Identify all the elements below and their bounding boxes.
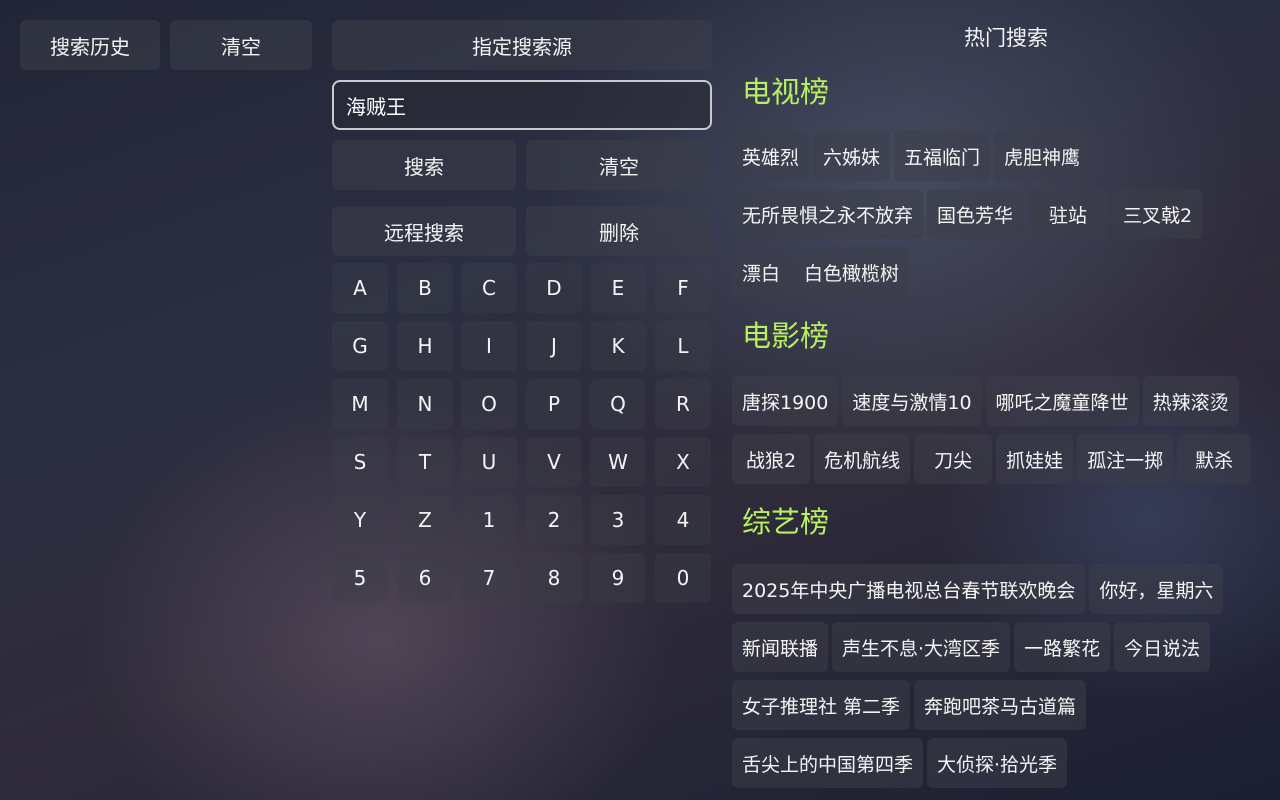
input-clear-label: 清空 — [599, 154, 639, 179]
movie-row-2: 战狼2 危机航线 刀尖 抓娃娃 孤注一掷 默杀 — [732, 434, 1252, 484]
hot-tag[interactable]: 速度与激情10 — [842, 376, 982, 426]
tv-row-2: 无所畏惧之永不放弃 国色芳华 驻站 三叉戟2 — [732, 189, 1203, 239]
keyboard-key[interactable]: 0 — [655, 553, 711, 603]
delete-button[interactable]: 删除 — [526, 206, 712, 256]
keyboard-key[interactable]: W — [590, 437, 646, 487]
hot-tag[interactable]: 唐探1900 — [732, 376, 839, 426]
tv-row-3: 漂白 白色橄榄树 — [732, 247, 910, 297]
keyboard-key[interactable]: M — [332, 379, 388, 429]
hot-tag[interactable]: 刀尖 — [914, 434, 993, 484]
search-box[interactable] — [332, 80, 712, 130]
keyboard-key[interactable]: N — [397, 379, 453, 429]
keyboard-key[interactable]: F — [655, 263, 711, 313]
keyboard-key[interactable]: L — [655, 321, 711, 371]
search-input[interactable] — [344, 92, 700, 118]
hot-tag[interactable]: 舌尖上的中国第四季 — [732, 738, 924, 788]
keyboard-key[interactable]: A — [332, 263, 388, 313]
hot-tag[interactable]: 你好，星期六 — [1089, 564, 1224, 614]
keyboard-key[interactable]: B — [397, 263, 453, 313]
variety-row-3: 女子推理社 第二季 奔跑吧茶马古道篇 — [732, 680, 1087, 730]
history-clear-button[interactable]: 清空 — [170, 20, 312, 70]
category-heading-movie: 电影榜 — [742, 319, 830, 353]
search-history-label: 搜索历史 — [50, 34, 130, 59]
keyboard-key[interactable]: S — [332, 437, 388, 487]
keyboard-key[interactable]: O — [461, 379, 517, 429]
keyboard-key[interactable]: 8 — [526, 553, 582, 603]
category-heading-variety: 综艺榜 — [742, 505, 830, 539]
category-heading-tv: 电视榜 — [742, 75, 830, 109]
hot-tag[interactable]: 英雄烈 — [732, 131, 810, 181]
hot-tag[interactable]: 抓娃娃 — [996, 434, 1074, 484]
keyboard-key[interactable]: 7 — [461, 553, 517, 603]
hot-tag[interactable]: 无所畏惧之永不放弃 — [732, 189, 924, 239]
keyboard-key[interactable]: V — [526, 437, 582, 487]
hot-tag[interactable]: 漂白 — [732, 247, 791, 297]
hot-tag[interactable]: 驻站 — [1027, 189, 1110, 239]
hot-search-title: 热门搜索 — [964, 26, 1048, 50]
specify-source-button[interactable]: 指定搜索源 — [332, 20, 712, 70]
keyboard-key[interactable]: Y — [332, 495, 388, 545]
keyboard-key[interactable]: Q — [590, 379, 646, 429]
hot-tag[interactable]: 虎胆神鹰 — [994, 131, 1091, 181]
hot-tag[interactable]: 默杀 — [1177, 434, 1252, 484]
hot-tag[interactable]: 三叉戟2 — [1113, 189, 1203, 239]
keyboard-key[interactable]: C — [461, 263, 517, 313]
tv-row-1: 英雄烈 六姊妹 五福临门 虎胆神鹰 — [732, 131, 1091, 181]
keyboard-key[interactable]: R — [655, 379, 711, 429]
keyboard-key[interactable]: G — [332, 321, 388, 371]
keyboard-key[interactable]: J — [526, 321, 582, 371]
keyboard-key[interactable]: E — [590, 263, 646, 313]
keyboard-key[interactable]: U — [461, 437, 517, 487]
hot-tag[interactable]: 大侦探·拾光季 — [927, 738, 1068, 788]
hot-tag[interactable]: 危机航线 — [814, 434, 911, 484]
history-clear-label: 清空 — [221, 34, 261, 59]
remote-search-label: 远程搜索 — [384, 220, 464, 245]
keyboard-key[interactable]: P — [526, 379, 582, 429]
keyboard-key[interactable]: T — [397, 437, 453, 487]
keyboard-key[interactable]: X — [655, 437, 711, 487]
keyboard-key[interactable]: 1 — [461, 495, 517, 545]
hot-tag[interactable]: 声生不息·大湾区季 — [832, 622, 1011, 672]
hot-tag[interactable]: 白色橄榄树 — [794, 247, 910, 297]
hot-tag[interactable]: 热辣滚烫 — [1142, 376, 1239, 426]
hot-tag[interactable]: 女子推理社 第二季 — [732, 680, 911, 730]
hot-tag[interactable]: 孤注一掷 — [1077, 434, 1174, 484]
keyboard-key[interactable]: 6 — [397, 553, 453, 603]
variety-row-2: 新闻联播 声生不息·大湾区季 一路繁花 今日说法 — [732, 622, 1211, 672]
keyboard-key[interactable]: 5 — [332, 553, 388, 603]
hot-tag[interactable]: 战狼2 — [732, 434, 811, 484]
delete-label: 删除 — [599, 220, 639, 245]
keyboard-key[interactable]: H — [397, 321, 453, 371]
hot-tag[interactable]: 国色芳华 — [927, 189, 1024, 239]
search-history-button[interactable]: 搜索历史 — [20, 20, 160, 70]
variety-row-4: 舌尖上的中国第四季 大侦探·拾光季 — [732, 738, 1068, 788]
search-button[interactable]: 搜索 — [332, 140, 516, 190]
hot-tag[interactable]: 哪吒之魔童降世 — [985, 376, 1139, 426]
hot-tag[interactable]: 奔跑吧茶马古道篇 — [914, 680, 1087, 730]
keyboard-key[interactable]: K — [590, 321, 646, 371]
search-button-label: 搜索 — [404, 154, 444, 179]
hot-tag[interactable]: 五福临门 — [894, 131, 991, 181]
keyboard-key[interactable]: 3 — [590, 495, 646, 545]
hot-tag[interactable]: 2025年中央广播电视总台春节联欢晚会 — [732, 564, 1086, 614]
hot-tag[interactable]: 今日说法 — [1114, 622, 1211, 672]
keyboard-key[interactable]: I — [461, 321, 517, 371]
hot-tag[interactable]: 六姊妹 — [813, 131, 891, 181]
keyboard-key[interactable]: D — [526, 263, 582, 313]
input-clear-button[interactable]: 清空 — [526, 140, 712, 190]
keyboard-key[interactable]: 9 — [590, 553, 646, 603]
remote-search-button[interactable]: 远程搜索 — [332, 206, 516, 256]
variety-row-1: 2025年中央广播电视总台春节联欢晚会 你好，星期六 — [732, 564, 1224, 614]
specify-source-label: 指定搜索源 — [472, 34, 572, 59]
keyboard-key[interactable]: 4 — [655, 495, 711, 545]
hot-tag[interactable]: 新闻联播 — [732, 622, 829, 672]
movie-row-1: 唐探1900 速度与激情10 哪吒之魔童降世 热辣滚烫 — [732, 376, 1239, 426]
keyboard-key[interactable]: 2 — [526, 495, 582, 545]
keyboard-key[interactable]: Z — [397, 495, 453, 545]
hot-tag[interactable]: 一路繁花 — [1014, 622, 1111, 672]
